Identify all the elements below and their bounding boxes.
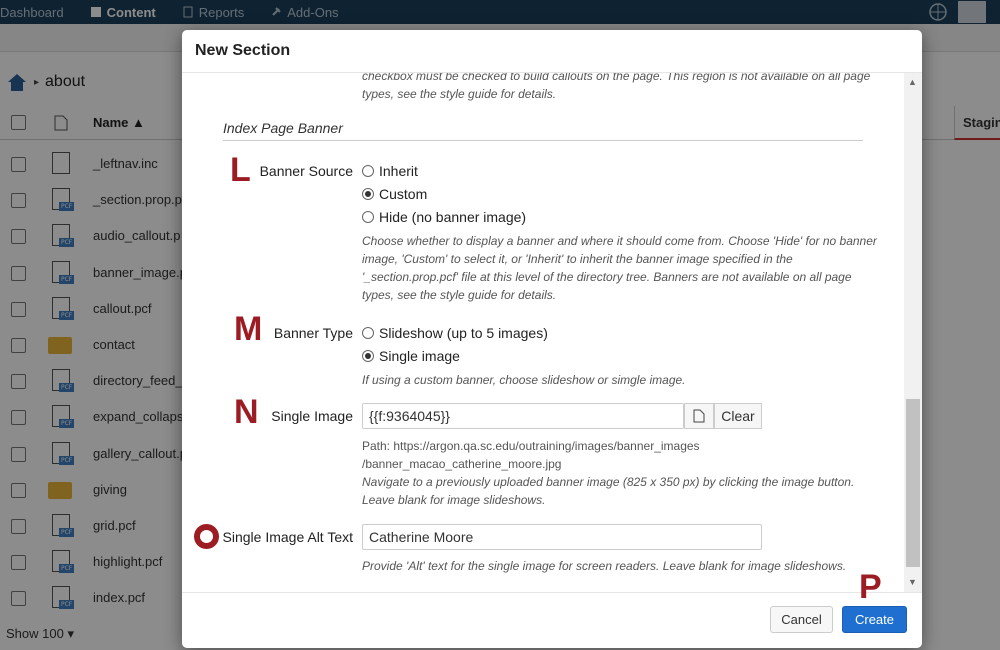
section-heading: Index Page Banner bbox=[223, 120, 343, 136]
image-path-line: Path: https://argon.qa.sc.edu/outraining… bbox=[362, 439, 700, 453]
banner-type-single-radio[interactable]: Single image bbox=[362, 348, 460, 364]
dialog-scrollbar[interactable]: ▲ ▼ bbox=[904, 73, 922, 592]
banner-type-help: If using a custom banner, choose slidesh… bbox=[362, 373, 686, 387]
divider bbox=[182, 592, 922, 593]
alt-text-input[interactable]: Catherine Moore bbox=[362, 524, 762, 550]
radio-label: Slideshow (up to 5 images) bbox=[379, 325, 548, 341]
scrollbar-thumb[interactable] bbox=[906, 399, 920, 567]
banner-type-slideshow-radio[interactable]: Slideshow (up to 5 images) bbox=[362, 325, 548, 341]
image-path-text: Path: https://argon.qa.sc.edu/outraining… bbox=[362, 437, 882, 473]
annotation-marker-p: P bbox=[859, 568, 882, 606]
single-image-input[interactable]: {{f:9364045}} bbox=[362, 403, 684, 429]
radio-label: Single image bbox=[379, 348, 460, 364]
dialog-body: checkbox must be checked to build callou… bbox=[182, 73, 904, 592]
radio-icon bbox=[362, 211, 374, 223]
image-path-line: /banner_macao_catherine_moore.jpg bbox=[362, 457, 562, 471]
radio-selected-icon bbox=[362, 350, 374, 362]
file-icon bbox=[693, 409, 705, 423]
radio-icon bbox=[362, 165, 374, 177]
clear-image-button[interactable]: Clear bbox=[714, 403, 762, 429]
annotation-marker-m: M bbox=[234, 310, 263, 348]
create-button[interactable]: Create bbox=[842, 606, 907, 633]
dialog-title: New Section bbox=[195, 42, 291, 59]
banner-source-custom-radio[interactable]: Custom bbox=[362, 186, 427, 202]
banner-source-hide-radio[interactable]: Hide (no banner image) bbox=[362, 209, 526, 225]
browse-image-button[interactable] bbox=[684, 403, 714, 429]
new-section-dialog: New Section checkbox must be checked to … bbox=[182, 30, 922, 648]
radio-icon bbox=[362, 327, 374, 339]
cancel-button[interactable]: Cancel bbox=[770, 606, 833, 633]
radio-selected-icon bbox=[362, 188, 374, 200]
alt-text-label: Single Image Alt Text bbox=[222, 529, 353, 545]
annotation-marker-n: N bbox=[234, 393, 259, 431]
radio-label: Inherit bbox=[379, 163, 418, 179]
banner-source-inherit-radio[interactable]: Inherit bbox=[362, 163, 418, 179]
scroll-down-icon[interactable]: ▼ bbox=[908, 577, 917, 587]
radio-label: Hide (no banner image) bbox=[379, 209, 527, 225]
alt-text-help: Provide 'Alt' text for the single image … bbox=[362, 559, 847, 573]
divider bbox=[223, 140, 863, 141]
annotation-marker-o bbox=[194, 524, 219, 549]
annotation-marker-l: L bbox=[230, 151, 251, 189]
single-image-help: Navigate to a previously uploaded banner… bbox=[362, 475, 855, 507]
scroll-up-icon[interactable]: ▲ bbox=[908, 77, 917, 87]
top-help-text: checkbox must be checked to build callou… bbox=[362, 73, 871, 101]
radio-label: Custom bbox=[379, 186, 428, 202]
banner-source-help: Choose whether to display a banner and w… bbox=[362, 234, 877, 302]
